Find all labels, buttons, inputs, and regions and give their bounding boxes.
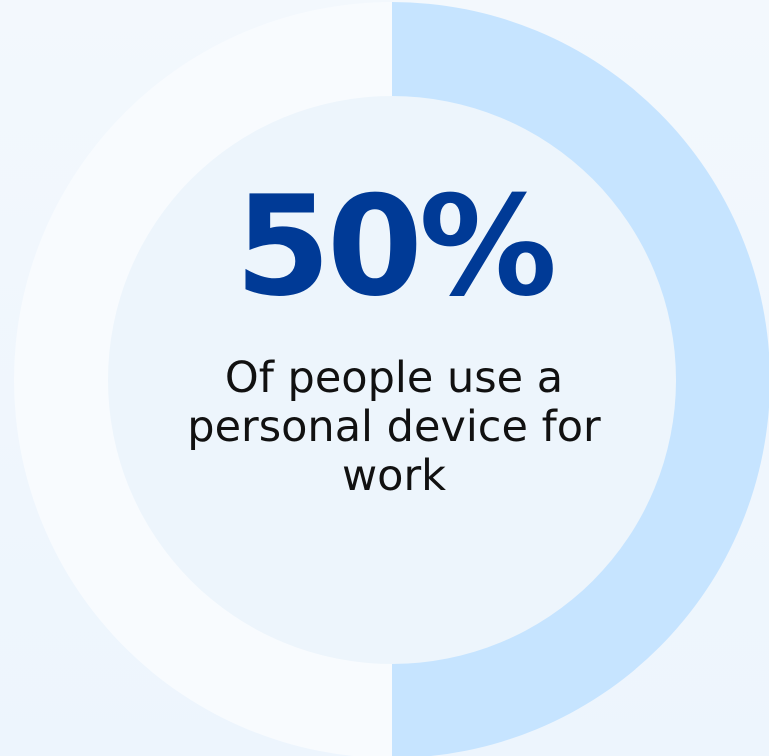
stat-caption: Of people use a personal device for work	[187, 353, 601, 502]
stat-card: 50% Of people use a personal device for …	[0, 0, 769, 756]
stat-text-block: 50% Of people use a personal device for …	[184, 178, 604, 501]
stat-percentage: 50%	[234, 166, 557, 327]
